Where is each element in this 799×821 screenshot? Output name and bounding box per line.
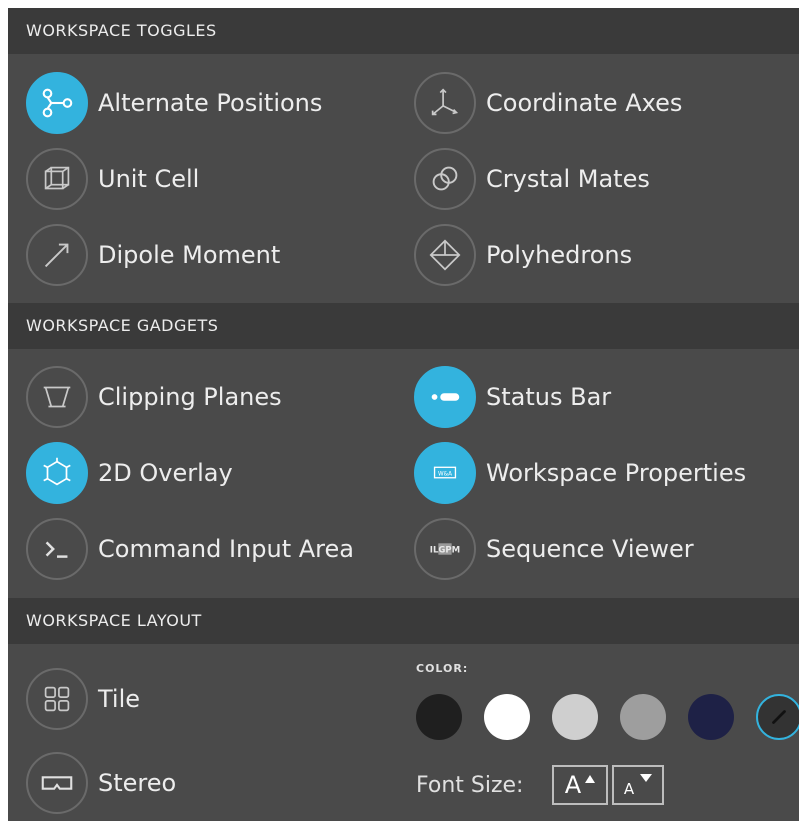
clipping-planes-icon [26,366,88,428]
font-size-increase-button[interactable]: A [552,765,608,805]
font-size-decrease-button[interactable]: A [612,765,664,805]
svg-text:W&A: W&A [438,471,452,477]
polyhedrons-toggle[interactable]: Polyhedrons [414,222,632,288]
tile-layout-button[interactable]: Tile [26,666,140,732]
command-input-area-toggle[interactable]: Command Input Area [26,516,354,582]
color-swatch-light-gray[interactable] [552,694,598,740]
color-label: COLOR: [416,662,469,675]
command-prompt-icon [26,518,88,580]
command-input-area-label: Command Input Area [98,535,354,563]
svg-text:ILGPM: ILGPM [430,545,460,555]
stereo-label: Stereo [98,769,177,797]
dipole-moment-icon [26,224,88,286]
status-bar-toggle[interactable]: Status Bar [414,364,611,430]
tile-grid-icon [26,668,88,730]
font-increase-glyph: A [564,771,582,799]
unit-cell-label: Unit Cell [98,165,200,193]
stereo-layout-button[interactable]: Stereo [26,750,176,816]
stereo-glasses-icon [26,752,88,814]
polyhedrons-label: Polyhedrons [486,241,633,269]
2d-overlay-toggle[interactable]: 2D Overlay [26,440,233,506]
2d-overlay-icon [26,442,88,504]
coordinate-axes-label: Coordinate Axes [486,89,683,117]
polyhedrons-icon [414,224,476,286]
2d-overlay-label: 2D Overlay [98,459,233,487]
crystal-mates-toggle[interactable]: Crystal Mates [414,146,650,212]
status-bar-label: Status Bar [486,383,612,411]
tile-label: Tile [98,685,141,713]
alternate-positions-icon [26,72,88,134]
workspace-panel: WORKSPACE TOGGLES Alternate Positions Co… [8,8,799,821]
color-swatch-white[interactable] [484,694,530,740]
sequence-viewer-label: Sequence Viewer [486,535,694,563]
coordinate-axes-toggle[interactable]: Coordinate Axes [414,70,682,136]
unit-cell-icon [26,148,88,210]
color-swatch-gray[interactable] [620,694,666,740]
unit-cell-toggle[interactable]: Unit Cell [26,146,199,212]
caret-down-icon [640,774,653,782]
crystal-mates-label: Crystal Mates [486,165,650,193]
dipole-moment-toggle[interactable]: Dipole Moment [26,222,280,288]
font-size-label: Font Size: [416,773,524,798]
color-swatch-black[interactable] [416,694,462,740]
status-bar-icon [414,366,476,428]
crystal-mates-icon [414,148,476,210]
coordinate-axes-icon [414,72,476,134]
font-decrease-glyph: A [623,780,635,798]
workspace-properties-icon: W&A [414,442,476,504]
clipping-planes-toggle[interactable]: Clipping Planes [26,364,282,430]
alternate-positions-toggle[interactable]: Alternate Positions [26,70,322,136]
workspace-properties-toggle[interactable]: W&A Workspace Properties [414,440,746,506]
dipole-moment-label: Dipole Moment [98,241,281,269]
sequence-viewer-toggle[interactable]: ILGPM Sequence Viewer [414,516,694,582]
sequence-viewer-icon: ILGPM [414,518,476,580]
section-header-gadgets: WORKSPACE GADGETS [8,303,799,349]
section-header-toggles: WORKSPACE TOGGLES [8,8,799,54]
caret-up-icon [585,775,596,783]
color-swatch-navy[interactable] [688,694,734,740]
workspace-properties-label: Workspace Properties [486,459,747,487]
section-header-layout: WORKSPACE LAYOUT [8,598,799,644]
color-picker-button[interactable] [756,694,799,740]
alternate-positions-label: Alternate Positions [98,89,323,117]
eyedropper-icon [772,710,786,724]
clipping-planes-label: Clipping Planes [98,383,282,411]
